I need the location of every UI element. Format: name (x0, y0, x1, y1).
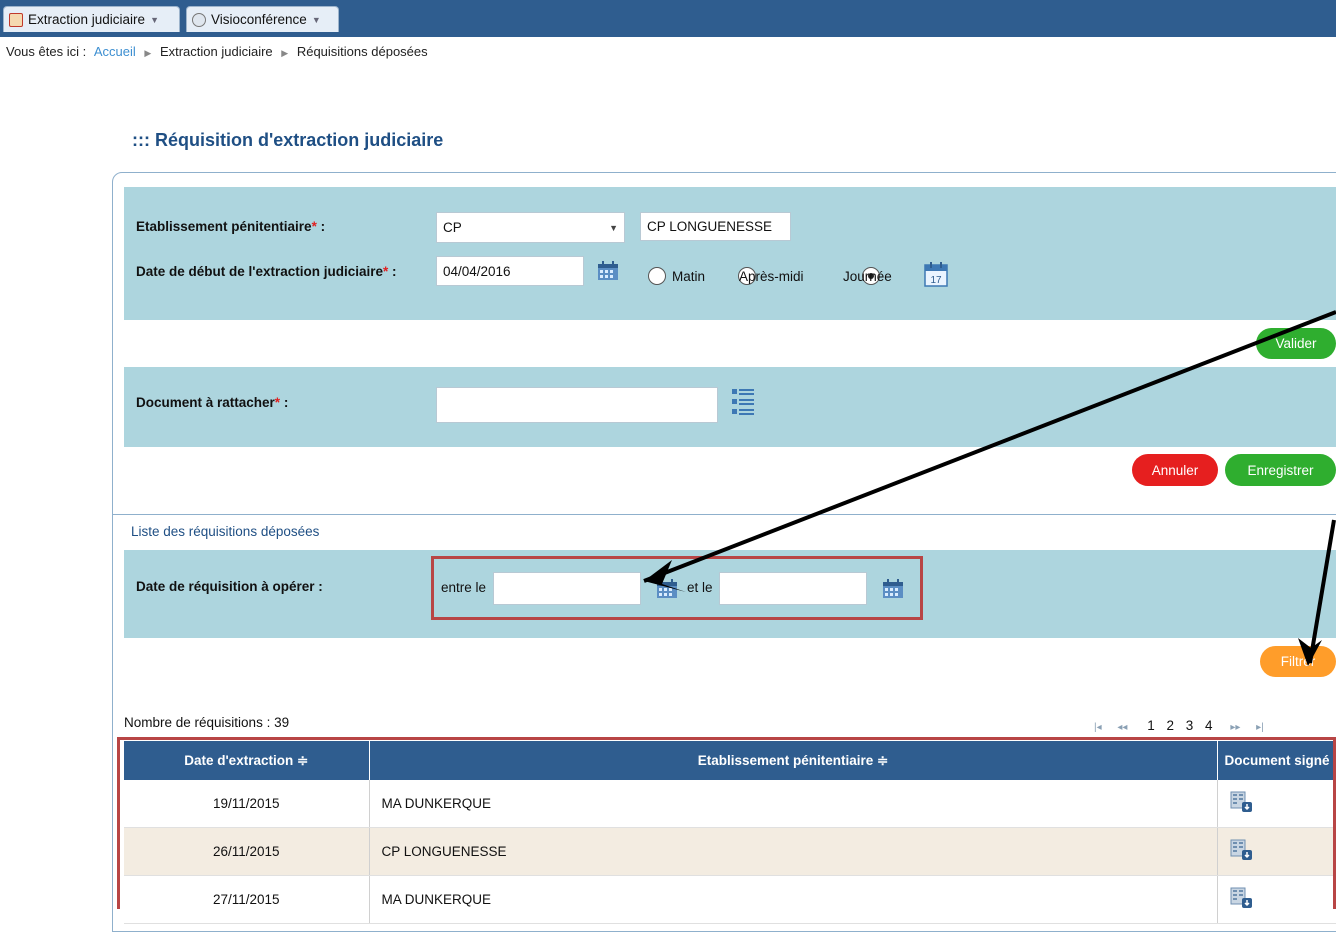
selected-value: CP (443, 220, 462, 235)
extraction-panel (124, 187, 1336, 320)
and-label: et le (687, 580, 713, 595)
breadcrumb: Vous êtes ici : Accueil ▶ Extraction jud… (6, 44, 428, 59)
extraction-icon (9, 12, 23, 27)
between-label: entre le (441, 580, 487, 595)
calendar-day-icon[interactable]: 17 (924, 261, 948, 287)
document-label: Document à rattacher* : (136, 395, 289, 410)
calendar-icon[interactable] (597, 261, 619, 281)
breadcrumb-prefix: Vous êtes ici : (6, 44, 87, 59)
section-divider (112, 514, 1336, 515)
calendar-icon[interactable] (882, 579, 904, 599)
chevron-down-icon[interactable]: ▼ (312, 15, 321, 25)
radio-matin-label: Matin (672, 269, 706, 284)
cancel-button[interactable]: Annuler (1132, 454, 1218, 486)
radio-apres-midi-label: Après-midi (739, 269, 804, 284)
page-link[interactable]: 2 (1166, 718, 1174, 733)
breadcrumb-separator-icon: ▶ (144, 48, 152, 58)
breadcrumb-separator-icon: ▶ (281, 48, 289, 58)
list-icon[interactable] (732, 388, 754, 416)
next-page-icon[interactable]: ▸▸ (1230, 722, 1240, 733)
page-link[interactable]: 4 (1205, 718, 1213, 733)
filter-button[interactable]: Filtrer (1260, 646, 1336, 677)
webcam-icon (192, 12, 206, 27)
results-count: Nombre de réquisitions : 39 (124, 715, 290, 730)
tab-extraction-judiciaire[interactable]: Extraction judiciaire ▼ (3, 6, 180, 32)
tab-visioconference[interactable]: Visioconférence ▼ (186, 6, 339, 32)
validate-button[interactable]: Valider (1256, 328, 1336, 359)
calendar-icon[interactable] (656, 579, 678, 599)
page-title: ::: Réquisition d'extraction judiciaire (132, 130, 444, 150)
filter-label: Date de réquisition à opérer : (136, 579, 323, 594)
page-link[interactable]: 1 (1147, 718, 1155, 733)
page-link[interactable]: 3 (1186, 718, 1194, 733)
etablissement-type-select[interactable]: CP ▼ (436, 212, 625, 243)
svg-text:17: 17 (930, 275, 942, 286)
radio-journee-label: Journée (843, 269, 892, 284)
date-debut-label: Date de début de l'extraction judiciaire… (136, 264, 397, 279)
date-debut-input[interactable]: 04/04/2016 (436, 256, 584, 286)
pagination: |◂ ◂◂ 1 2 3 4 ▸▸ ▸| (1094, 718, 1264, 733)
last-page-icon[interactable]: ▸| (1256, 722, 1264, 733)
etablissement-label: Etablissement pénitentiaire* : (136, 219, 326, 234)
save-button[interactable]: Enregistrer (1225, 454, 1336, 486)
breadcrumb-home-link[interactable]: Accueil (94, 44, 136, 59)
previous-page-icon[interactable]: ◂◂ (1117, 722, 1127, 733)
chevron-down-icon: ▼ (609, 222, 618, 233)
breadcrumb-item[interactable]: Extraction judiciaire (160, 44, 273, 59)
first-page-icon[interactable]: |◂ (1094, 722, 1102, 733)
list-section-title: Liste des réquisitions déposées (131, 524, 320, 539)
date-from-input[interactable] (493, 572, 641, 605)
document-input[interactable] (436, 387, 718, 423)
tab-label: Visioconférence (211, 12, 307, 27)
breadcrumb-current: Réquisitions déposées (296, 44, 428, 59)
chevron-down-icon[interactable]: ▼ (150, 15, 159, 25)
etablissement-name-field[interactable]: CP LONGUENESSE (640, 212, 791, 241)
date-to-input[interactable] (719, 572, 867, 605)
tab-label: Extraction judiciaire (28, 12, 146, 27)
radio-matin[interactable] (648, 267, 666, 285)
document-panel (124, 367, 1336, 447)
table-annotation-box (117, 737, 1336, 909)
